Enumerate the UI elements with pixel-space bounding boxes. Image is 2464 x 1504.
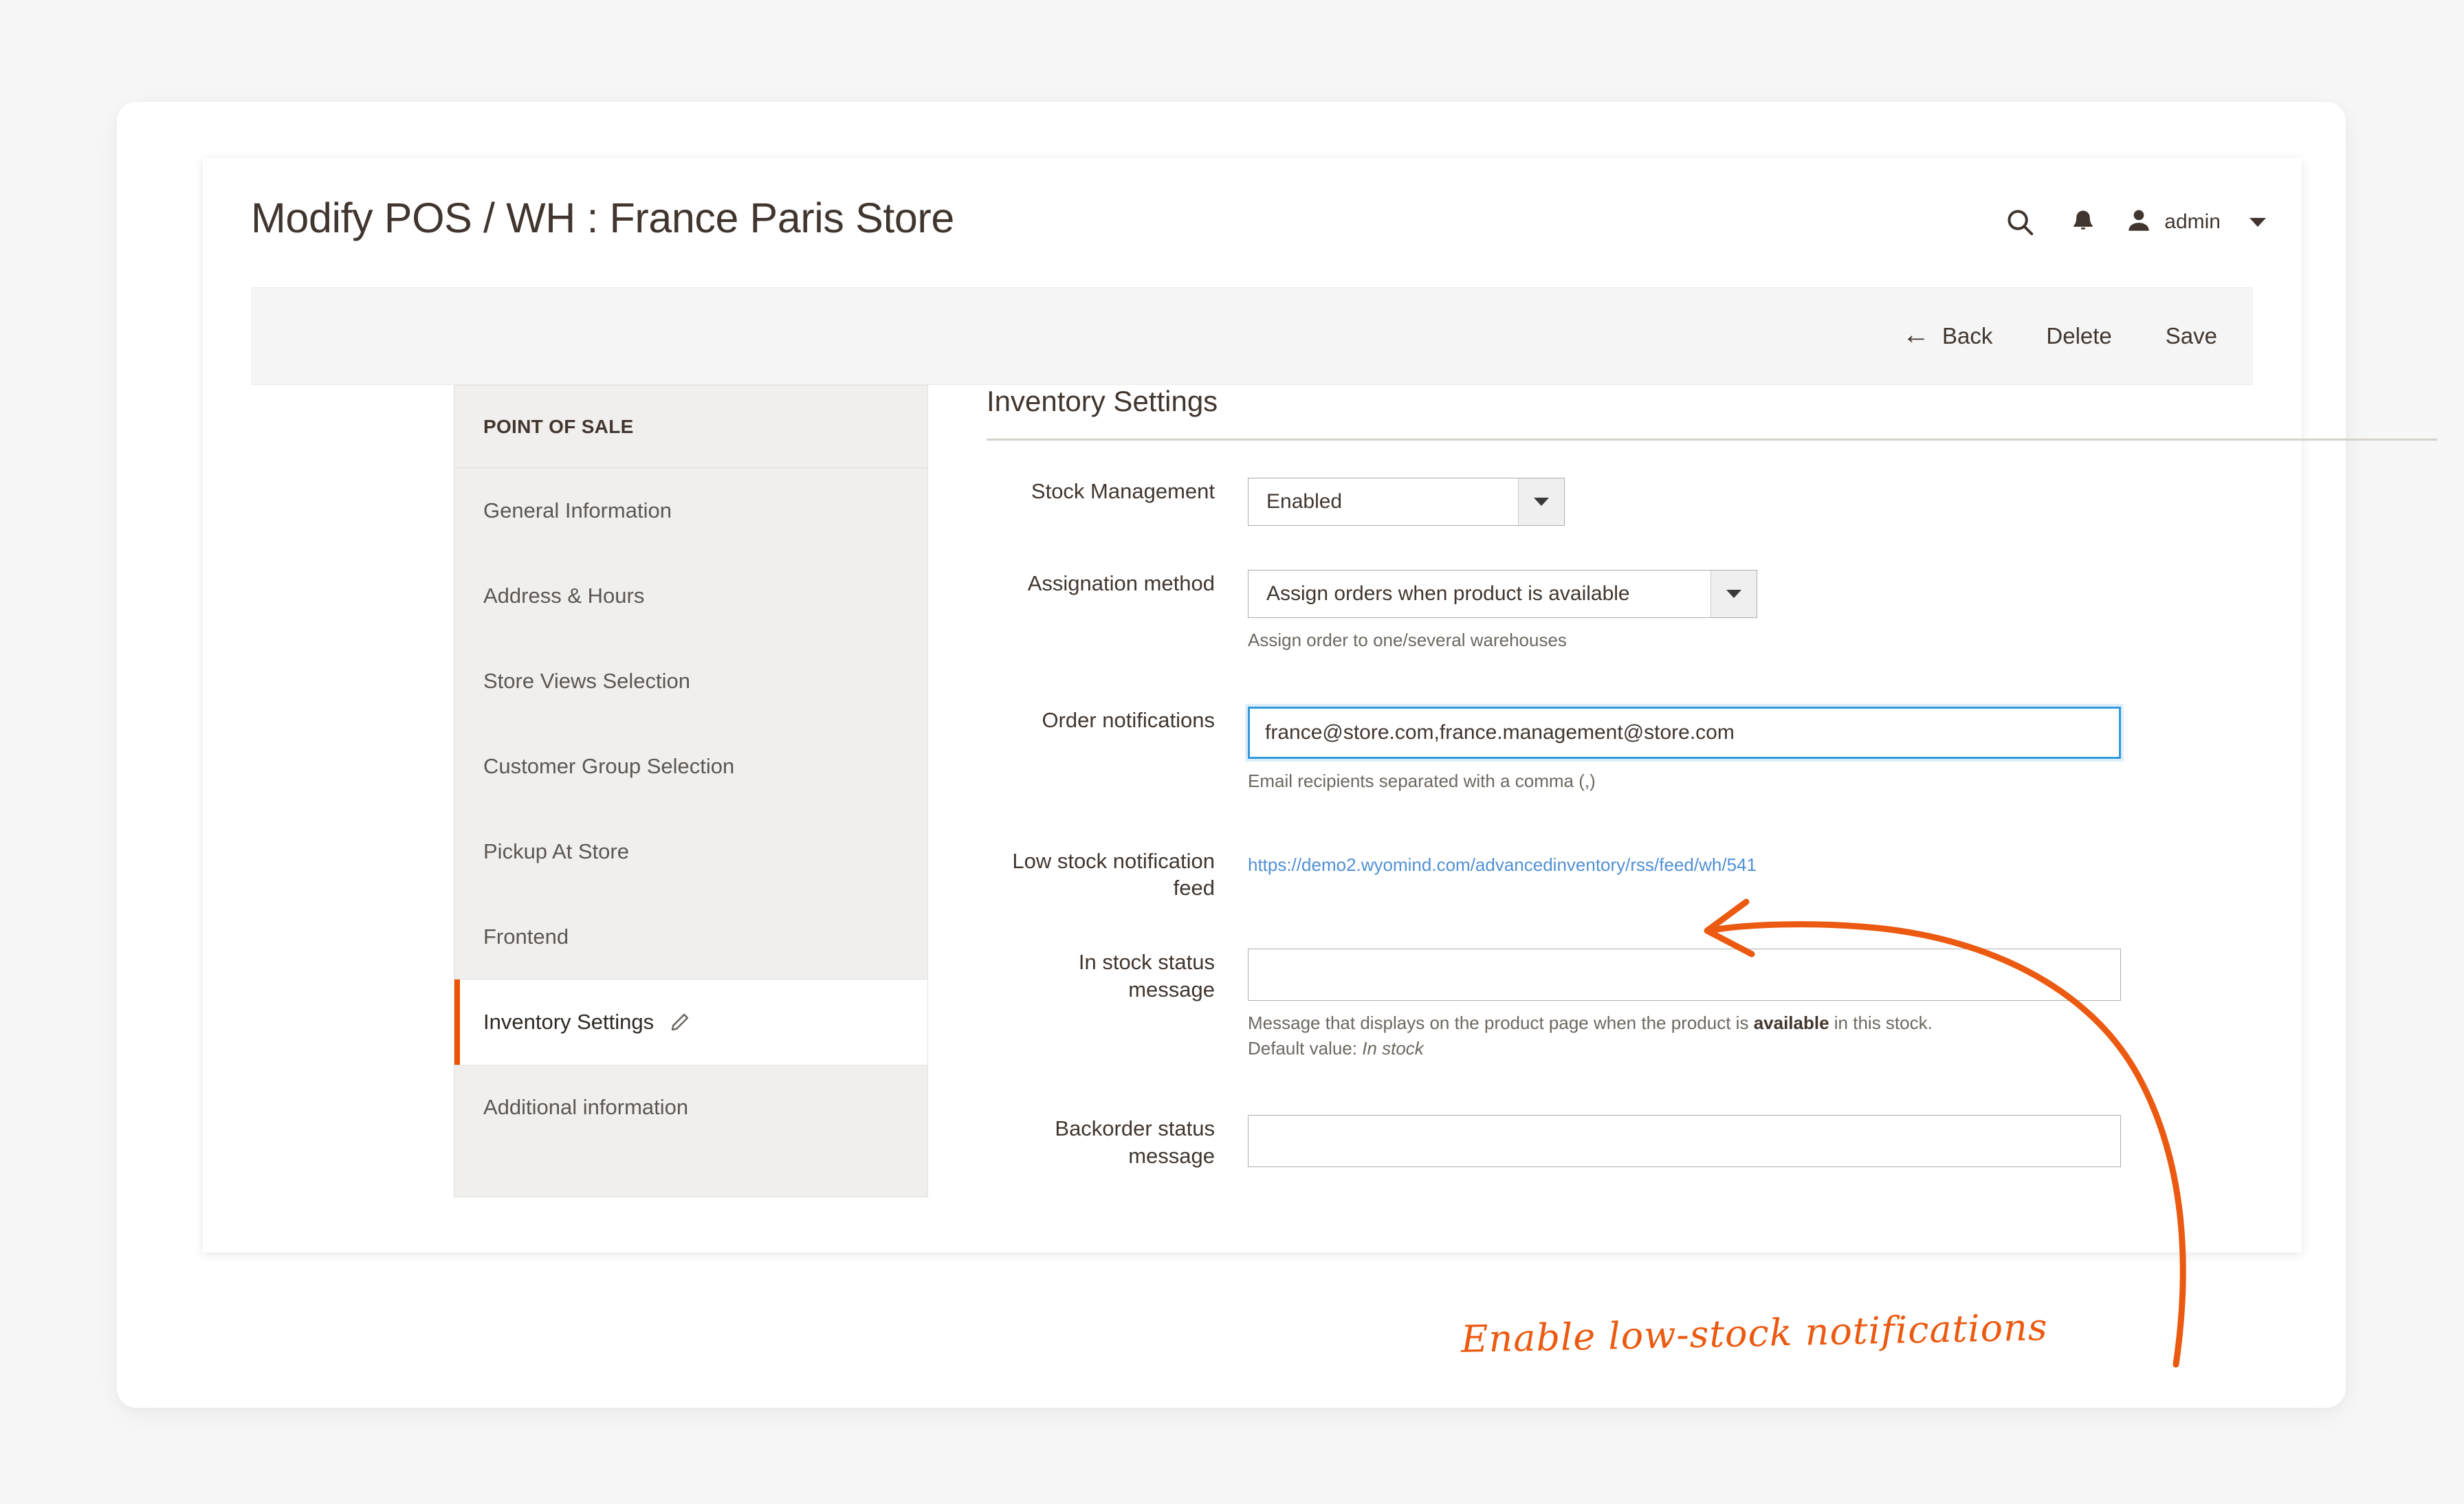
save-button[interactable]: Save xyxy=(2166,323,2217,349)
form-divider xyxy=(987,439,2437,441)
inventory-settings-form: Inventory Settings Stock Management Enab… xyxy=(987,385,2444,1173)
field-row-assignation-method: Assignation method Assign orders when pr… xyxy=(987,570,2444,653)
delete-button-label: Delete xyxy=(2046,323,2112,349)
field-row-order-notifications: Order notifications france@store.com,fra… xyxy=(987,706,2444,794)
user-name-label: admin xyxy=(2164,210,2221,233)
sidebar-item-label: Store Views Selection xyxy=(483,669,690,693)
delete-button[interactable]: Delete xyxy=(2046,323,2111,349)
header-actions: admin xyxy=(1988,201,2269,243)
user-menu[interactable]: admin xyxy=(2115,205,2269,240)
chevron-down-icon[interactable] xyxy=(2250,217,2266,227)
sidebar-item-store-views-selection[interactable]: Store Views Selection xyxy=(454,639,927,724)
sidebar-item-label: Inventory Settings xyxy=(483,1010,654,1034)
field-row-in-stock-status-message: In stock status message Message that dis… xyxy=(987,949,2444,1061)
assignation-method-select[interactable]: Assign orders when product is available xyxy=(1248,570,1757,618)
assignation-method-value: Assign orders when product is available xyxy=(1266,582,1630,605)
sidebar-item-inventory-settings[interactable]: Inventory Settings xyxy=(454,980,927,1065)
arrow-left-icon: ← xyxy=(1902,320,1930,350)
order-notifications-label: Order notifications xyxy=(1042,707,1215,732)
note-bold: available xyxy=(1753,1013,1829,1034)
user-avatar-icon xyxy=(2124,205,2153,240)
sidebar-item-label: Frontend xyxy=(483,925,569,949)
order-notifications-input[interactable]: france@store.com,france.management@store… xyxy=(1248,706,2121,759)
chevron-down-icon[interactable] xyxy=(1710,571,1757,617)
low-stock-feed-link[interactable]: https://demo2.wyomind.com/advancedinvent… xyxy=(1248,848,1757,876)
low-stock-feed-control: https://demo2.wyomind.com/advancedinvent… xyxy=(1248,848,2444,876)
low-stock-feed-label: Low stock notification feed xyxy=(1012,848,1215,900)
field-row-low-stock-feed: Low stock notification feed https://demo… xyxy=(987,848,2444,902)
search-icon[interactable] xyxy=(1988,201,2052,243)
in-stock-status-message-input[interactable] xyxy=(1248,949,2121,1002)
back-button-label: Back xyxy=(1942,323,1993,349)
point-of-sale-sidebar: POINT OF SALE General Information Addres… xyxy=(454,385,928,1197)
order-notifications-note: Email recipients separated with a comma … xyxy=(1248,770,1596,791)
note-default-prefix: Default value: xyxy=(1248,1038,1363,1059)
sidebar-item-address-hours[interactable]: Address & Hours xyxy=(454,553,927,639)
sidebar-item-pickup-at-store[interactable]: Pickup At Store xyxy=(454,809,927,894)
stock-management-label: Stock Management xyxy=(1031,479,1215,503)
order-notifications-control: france@store.com,france.management@store… xyxy=(1248,706,2444,794)
stock-management-select[interactable]: Enabled xyxy=(1248,478,1565,526)
form-section-title: Inventory Settings xyxy=(987,385,1218,417)
assignation-method-label: Assignation method xyxy=(1027,571,1215,595)
note-prefix: Message that displays on the product pag… xyxy=(1248,1013,1754,1034)
in-stock-status-message-label: In stock status message xyxy=(1078,950,1215,1002)
sidebar-item-general-information[interactable]: General Information xyxy=(454,468,927,553)
backorder-status-message-label: Backorder status message xyxy=(1055,1116,1215,1168)
back-button[interactable]: ← Back xyxy=(1902,320,1993,350)
sidebar-item-additional-information[interactable]: Additional information xyxy=(454,1065,927,1150)
chevron-down-icon[interactable] xyxy=(1518,478,1564,525)
backorder-status-message-control xyxy=(1248,1114,2444,1167)
field-row-stock-management: Stock Management Enabled xyxy=(987,478,2444,526)
sidebar-item-label: Pickup At Store xyxy=(483,839,629,863)
bell-icon[interactable] xyxy=(2052,201,2115,243)
assignation-method-control: Assign orders when product is available … xyxy=(1248,570,2444,653)
sidebar-item-frontend[interactable]: Frontend xyxy=(454,894,927,980)
sidebar-heading: POINT OF SALE xyxy=(454,386,927,468)
sidebar-item-label: General Information xyxy=(483,498,672,522)
save-button-label: Save xyxy=(2165,323,2217,349)
sidebar-item-label: Customer Group Selection xyxy=(483,754,735,778)
in-stock-status-message-note: Message that displays on the product pag… xyxy=(1248,1010,2444,1061)
assignation-method-note: Assign order to one/several warehouses xyxy=(1248,630,1567,650)
sidebar-item-label: Additional information xyxy=(483,1095,689,1119)
admin-screenshot-panel: Modify POS / WH : France Paris Store adm… xyxy=(203,158,2437,1252)
sidebar-item-label: Address & Hours xyxy=(483,584,645,608)
field-row-backorder-status-message: Backorder status message xyxy=(987,1114,2444,1169)
page-actions-toolbar: ← Back Delete Save xyxy=(251,287,2253,385)
stock-management-control: Enabled xyxy=(1248,478,2444,526)
in-stock-status-message-control: Message that displays on the product pag… xyxy=(1248,949,2444,1061)
sidebar-item-customer-group-selection[interactable]: Customer Group Selection xyxy=(454,724,927,809)
backorder-status-message-input[interactable] xyxy=(1248,1114,2121,1167)
page-header: Modify POS / WH : France Paris Store adm… xyxy=(203,158,2302,289)
stock-management-value: Enabled xyxy=(1266,490,1343,513)
pencil-edit-icon[interactable] xyxy=(669,1011,691,1033)
note-default-value: In stock xyxy=(1362,1038,1424,1059)
page-title: Modify POS / WH : France Paris Store xyxy=(251,195,954,241)
note-suffix: in this stock. xyxy=(1829,1013,1933,1034)
